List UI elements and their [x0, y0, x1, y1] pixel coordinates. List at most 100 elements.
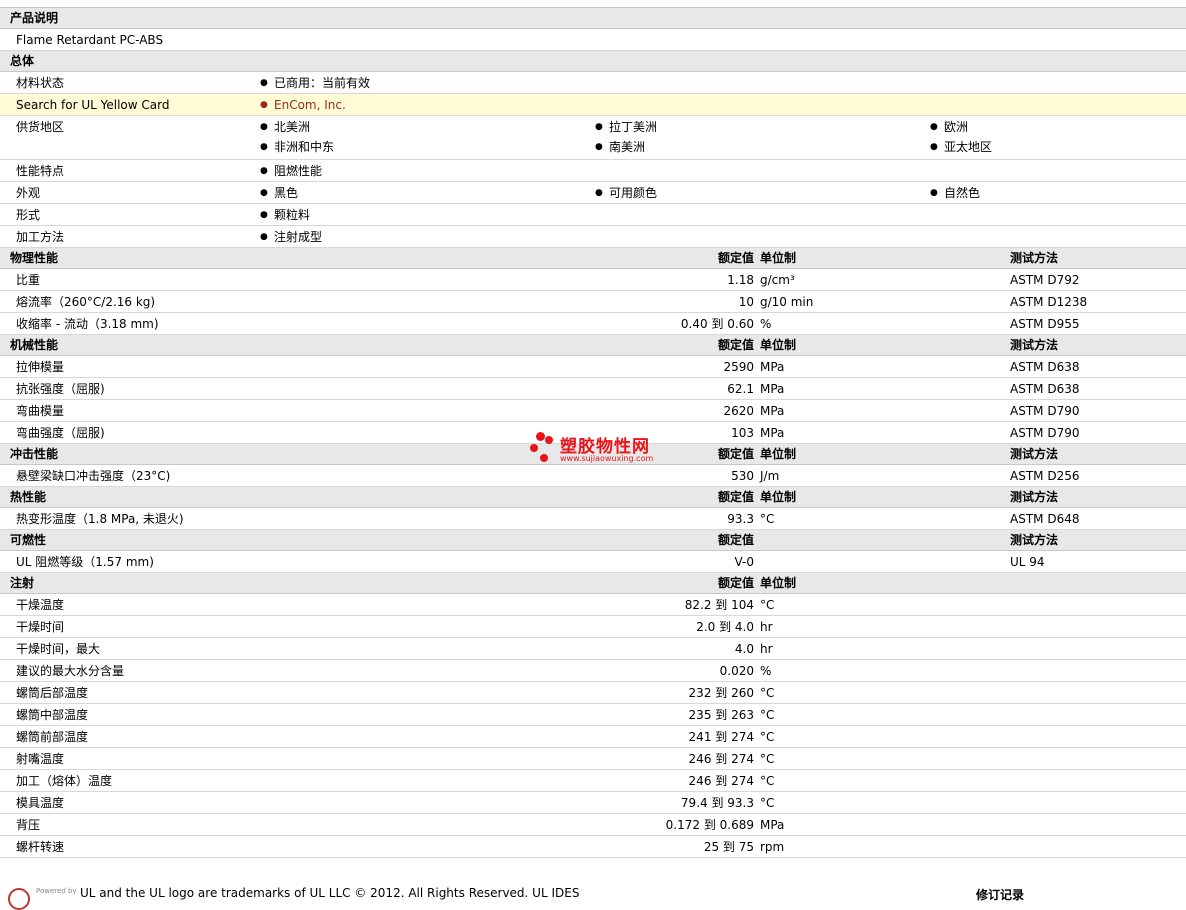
row-label: 抗张强度（屈服)	[16, 382, 105, 396]
row-value: 4.0	[734, 642, 754, 656]
row-value: 0.020	[719, 664, 754, 678]
section-title: 物理性能	[10, 251, 59, 265]
watermark-url: www.sujiaowuxing.com	[560, 454, 654, 463]
row-unit: g/10 min	[760, 295, 814, 309]
table-row: 熔流率（260°C/2.16 kg) 10 g/10 min ASTM D1238	[0, 291, 1186, 313]
section-title: 热性能	[10, 490, 47, 504]
row-value: 2620	[723, 404, 754, 418]
row-unit: MPa	[760, 360, 785, 374]
row-label: UL 阻燃等级（1.57 mm)	[16, 555, 154, 569]
table-row: 背压 0.172 到 0.689 MPa	[0, 814, 1186, 836]
row-label: 加工方法	[16, 230, 65, 244]
row-unit: MPa	[760, 404, 785, 418]
row-value: 246 到 274	[688, 752, 754, 766]
powered-by: Powered by	[36, 887, 77, 895]
row-method: ASTM D792	[1010, 273, 1080, 287]
footer-text: UL and the UL logo are trademarks of UL …	[80, 886, 580, 900]
header-value: 额定值	[717, 533, 754, 547]
table-row: 供货地区 北美洲 拉丁美洲 欧洲非洲和中东 南美洲 亚太地区	[0, 116, 1186, 160]
row-method: UL 94	[1010, 555, 1045, 569]
table-row: 悬壁梁缺口冲击强度（23°C) 530 J/m ASTM D256	[0, 465, 1186, 487]
row-method: ASTM D638	[1010, 382, 1080, 396]
row-label: 弯曲模量	[16, 404, 65, 418]
watermark: 塑胶物性网 www.sujiaowuxing.com	[530, 432, 670, 466]
table-row: 螺筒中部温度 235 到 263 °C	[0, 704, 1186, 726]
row-value: 10	[738, 295, 754, 309]
row-label: 供货地区	[16, 120, 65, 134]
table-row: 材料状态 已商用：当前有效	[0, 72, 1186, 94]
row-label: 拉伸模量	[16, 360, 65, 374]
row-label: 干燥时间	[16, 620, 65, 634]
revision-history-link[interactable]: 修订记录	[976, 886, 1024, 903]
section-title: 机械性能	[10, 338, 59, 352]
header-value: 额定值	[717, 576, 754, 590]
table-row: UL 阻燃等级（1.57 mm) V-0 UL 94	[0, 551, 1186, 573]
row-value: 79.4 到 93.3	[680, 796, 754, 810]
header-method: 测试方法	[1010, 447, 1059, 461]
row-value: V-0	[734, 555, 754, 569]
header-unit: 单位制	[760, 490, 797, 504]
row-unit: g/cm³	[760, 273, 795, 287]
supplier-link[interactable]: EnCom, Inc.	[260, 98, 346, 112]
table-row: 加工方法 注射成型	[0, 226, 1186, 248]
row-label: 螺筒后部温度	[16, 686, 89, 700]
row-unit: °C	[760, 512, 775, 526]
header-method: 测试方法	[1010, 490, 1059, 504]
row-method: ASTM D955	[1010, 317, 1080, 331]
table-row: 加工（熔体）温度 246 到 274 °C	[0, 770, 1186, 792]
table-row: 比重 1.18 g/cm³ ASTM D792	[0, 269, 1186, 291]
row-unit: °C	[760, 708, 775, 722]
row-label: 干燥温度	[16, 598, 65, 612]
table-row: 射嘴温度 246 到 274 °C	[0, 748, 1186, 770]
row-unit: MPa	[760, 818, 785, 832]
table-row: 建议的最大水分含量 0.020%	[0, 660, 1186, 682]
row-unit: %	[760, 664, 772, 678]
row-unit: %	[760, 317, 772, 331]
list-item: 可用颜色	[595, 186, 657, 200]
header-unit: 单位制	[760, 447, 797, 461]
table-row: 干燥温度 82.2 到 104 °C	[0, 594, 1186, 616]
list-item: 注射成型	[260, 230, 322, 244]
table-row: 模具温度 79.4 到 93.3 °C	[0, 792, 1186, 814]
header-unit: 单位制	[760, 576, 797, 590]
row-label: 比重	[16, 273, 41, 287]
table-row: 螺杆转速 25 到 75 rpm	[0, 836, 1186, 858]
row-label: 材料状态	[16, 76, 65, 90]
row-label: Search for UL Yellow Card	[16, 98, 170, 112]
list-item: 已商用：当前有效	[260, 76, 370, 90]
table-row: Search for UL Yellow Card EnCom, Inc.	[0, 94, 1186, 116]
section-header: 可燃性 额定值 测试方法	[0, 530, 1186, 551]
row-unit: °C	[760, 752, 775, 766]
row-value: 82.2 到 104	[684, 598, 754, 612]
header-value: 额定值	[717, 490, 754, 504]
row-value: 2.0 到 4.0	[696, 620, 754, 634]
row-method: ASTM D638	[1010, 360, 1080, 374]
row-label: 性能特点	[16, 164, 65, 178]
table-row: 螺筒前部温度 241 到 274 °C	[0, 726, 1186, 748]
list-item: 亚太地区	[930, 140, 992, 154]
row-unit: °C	[760, 774, 775, 788]
row-value: 246 到 274	[688, 774, 754, 788]
row-value: 530	[731, 469, 754, 483]
row-label: 建议的最大水分含量	[16, 664, 125, 678]
table-row: 弯曲模量 2620 MPa ASTM D790	[0, 400, 1186, 422]
section-title: 冲击性能	[10, 447, 59, 461]
top-border	[0, 0, 1186, 8]
row-label: 加工（熔体）温度	[16, 774, 113, 788]
row-value: 25 到 75	[703, 840, 754, 854]
row-method: ASTM D256	[1010, 469, 1080, 483]
row-method: ASTM D1238	[1010, 295, 1088, 309]
list-item: 欧洲	[930, 120, 968, 134]
row-method: ASTM D790	[1010, 426, 1080, 440]
section-header: 机械性能 额定值 单位制 测试方法	[0, 335, 1186, 356]
list-item: 颗粒料	[260, 208, 310, 222]
table-row: 形式 颗粒料	[0, 204, 1186, 226]
section-header: 注射 额定值 单位制	[0, 573, 1186, 594]
row-value: 235 到 263	[688, 708, 754, 722]
section-header: 总体	[0, 51, 1186, 72]
table-row: 外观 黑色 可用颜色 自然色	[0, 182, 1186, 204]
header-value: 额定值	[717, 251, 754, 265]
row-label: 螺筒中部温度	[16, 708, 89, 722]
row-value: 0.172 到 0.689	[665, 818, 754, 832]
row-value: 103	[731, 426, 754, 440]
